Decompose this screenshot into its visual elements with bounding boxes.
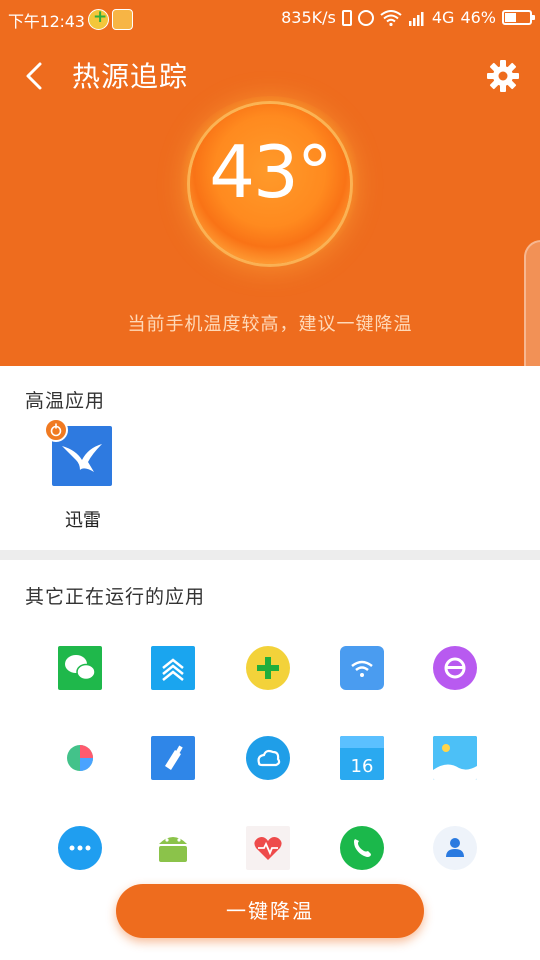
- status-bar: 下午12:43 835K/s 4G 46%: [0, 0, 540, 36]
- temperature-advice: 当前手机温度较高，建议一键降温: [127, 314, 413, 335]
- gear-icon[interactable]: [486, 59, 520, 93]
- browser-e-icon[interactable]: [433, 646, 477, 690]
- battery-icon: [502, 10, 535, 25]
- cool-down-button[interactable]: 一键降温: [116, 884, 424, 938]
- status-time: 下午12:43: [8, 12, 85, 31]
- cloud-icon[interactable]: [246, 736, 290, 780]
- battery-fill: [505, 13, 516, 22]
- gallery-icon[interactable]: [433, 736, 477, 780]
- green-plus-icon[interactable]: [246, 646, 290, 690]
- hot-flame-badge-icon: [44, 418, 68, 442]
- phone-icon[interactable]: [340, 826, 384, 870]
- calendar-icon[interactable]: 16: [340, 736, 384, 780]
- status-right-group: 835K/s 4G 46%: [281, 8, 535, 27]
- colorful-ball-icon[interactable]: [58, 736, 102, 780]
- network-type: 4G: [431, 8, 455, 27]
- page-title: 热源追踪: [72, 60, 189, 93]
- notification-360-icon: [88, 7, 109, 30]
- network-speed: 835K/s: [281, 8, 336, 27]
- battery-percent: 46%: [460, 8, 496, 27]
- stack-up-icon[interactable]: [151, 646, 195, 690]
- svg-text:16: 16: [351, 756, 374, 777]
- android-icon[interactable]: [151, 826, 195, 870]
- message-icon[interactable]: [58, 826, 102, 870]
- alarm-icon: [357, 9, 374, 26]
- wifi-app-icon[interactable]: [340, 646, 384, 690]
- hot-apps-title: 高温应用: [25, 390, 106, 412]
- cleaner-brush-icon[interactable]: [151, 736, 195, 780]
- hot-apps-section: 高温应用 迅雷: [0, 366, 540, 550]
- hero-panel: 下午12:43 835K/s 4G 46%: [0, 0, 540, 394]
- notification-app-icon: [112, 9, 133, 30]
- health-heart-icon[interactable]: [246, 826, 290, 870]
- signal-icon: [408, 11, 424, 26]
- section-divider: [0, 550, 540, 560]
- back-chevron-icon[interactable]: [18, 58, 54, 94]
- contacts-icon[interactable]: [433, 826, 477, 870]
- hot-app-label: 迅雷: [65, 510, 101, 531]
- wifi-icon: [380, 9, 402, 26]
- hot-app-item[interactable]: 迅雷: [44, 418, 114, 531]
- wechat-icon[interactable]: [58, 646, 102, 690]
- vibrate-icon: [341, 9, 352, 26]
- temperature-value: 43°: [209, 130, 333, 214]
